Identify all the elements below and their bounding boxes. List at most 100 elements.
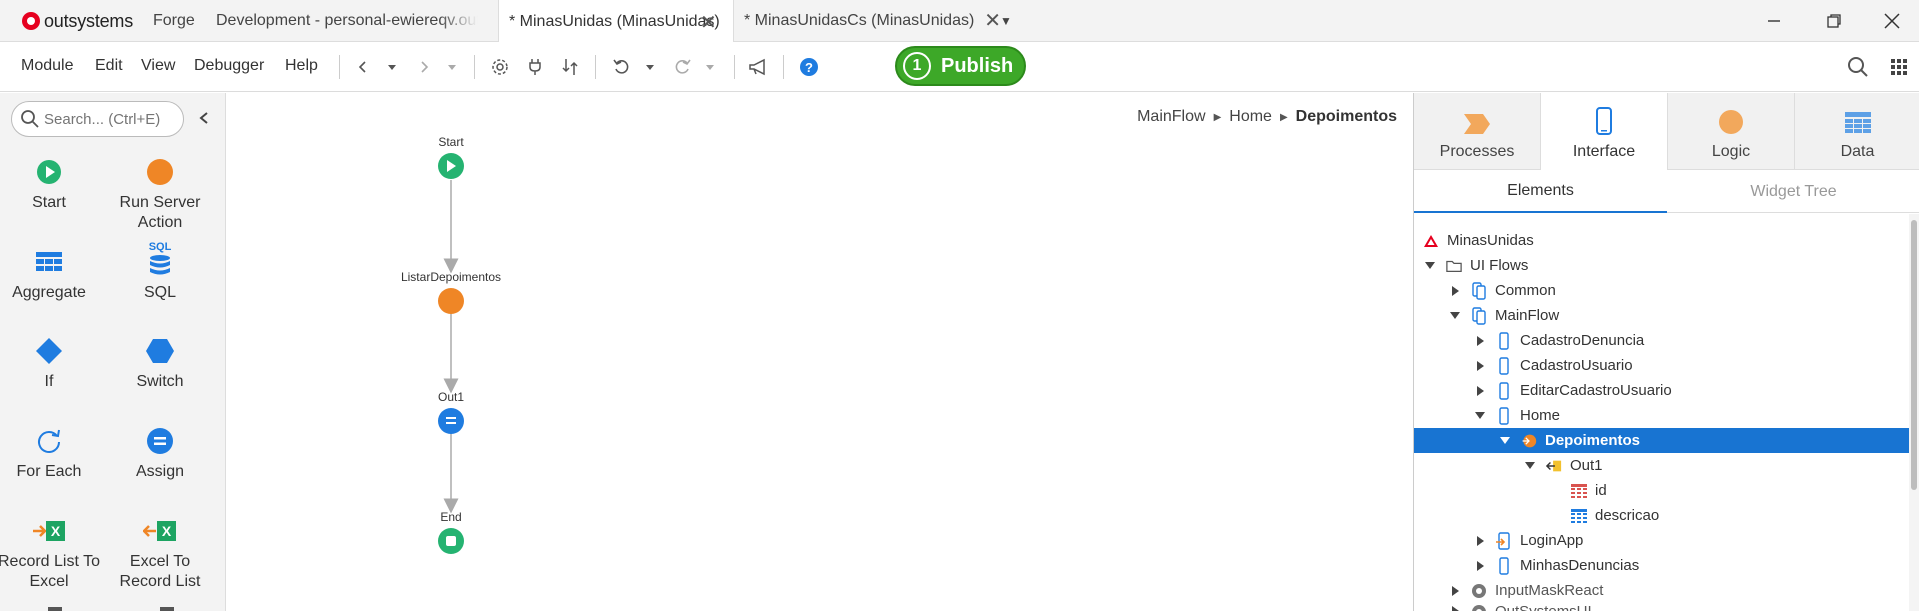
svg-text:X: X	[51, 523, 61, 539]
flow-canvas[interactable]: MainFlow ▶ Home ▶ Depoimentos Start List…	[227, 93, 1413, 611]
tree-item-depoimentos[interactable]: Depoimentos	[1414, 428, 1909, 453]
settings-button[interactable]	[488, 55, 512, 79]
tab-minasunidascs[interactable]: * MinasUnidasCs (MinasUnidas) ✕	[744, 0, 1014, 42]
tree-item-label: Common	[1495, 282, 1556, 299]
collapse-toolbox-button[interactable]	[197, 111, 211, 130]
redo-history-dropdown[interactable]	[698, 55, 722, 79]
tab-development-environment[interactable]: Development - personal-ewiereqv.outsyste…	[216, 0, 478, 42]
flow-node-start[interactable]	[438, 153, 464, 179]
expand-caret-icon[interactable]	[1524, 460, 1536, 472]
help-button[interactable]: ?	[797, 55, 821, 79]
publish-label: Publish	[941, 54, 1014, 77]
tab-minasunidas[interactable]: * MinasUnidas (MinasUnidas)	[498, 0, 734, 43]
subtab-elements[interactable]: Elements	[1414, 171, 1667, 213]
chevron-down-icon: ▼	[1000, 14, 1012, 28]
publish-button[interactable]: 1 Publish	[895, 46, 1026, 86]
expand-caret-icon[interactable]	[1474, 385, 1486, 397]
close-window-button[interactable]	[1877, 6, 1907, 36]
toolbox-search[interactable]	[11, 101, 184, 137]
tree-item-mainflow[interactable]: MainFlow	[1414, 303, 1909, 328]
expand-caret-icon[interactable]	[1449, 585, 1461, 597]
tab-forge[interactable]: Forge	[153, 0, 213, 42]
apps-menu-button[interactable]	[1887, 55, 1911, 79]
subtab-widget-tree[interactable]: Widget Tree	[1667, 171, 1919, 213]
flow-node-listardepoimentos[interactable]	[438, 288, 464, 314]
tree-item-cadastrodenuncia[interactable]: CadastroDenuncia	[1414, 328, 1909, 353]
search-icon	[21, 110, 39, 128]
tool-if[interactable]: If	[0, 334, 105, 392]
tab-processes[interactable]: Processes	[1414, 93, 1541, 170]
tab-data[interactable]: Data	[1795, 93, 1919, 170]
outsystems-logo[interactable]: outsystems	[22, 11, 133, 31]
forward-history-dropdown[interactable]	[440, 55, 464, 79]
undo-history-dropdown[interactable]	[638, 55, 662, 79]
search-icon	[1848, 57, 1868, 77]
tool-excel-to-record-list[interactable]: X Excel To Record List	[104, 514, 216, 592]
module-icon	[1423, 232, 1439, 250]
expand-caret-icon[interactable]	[1474, 410, 1486, 422]
tree-item-loginapp[interactable]: LoginApp	[1414, 528, 1909, 553]
flow-node-out1[interactable]	[438, 408, 464, 434]
minimize-button[interactable]	[1759, 6, 1789, 36]
expand-caret-icon[interactable]	[1449, 310, 1461, 322]
tool-switch[interactable]: Switch	[104, 334, 216, 392]
tree-scrollbar[interactable]	[1909, 214, 1919, 611]
tree-item-inputmaskreact[interactable]: InputMaskReact	[1414, 578, 1909, 603]
tree-item-minasunidas[interactable]: MinasUnidas	[1414, 228, 1909, 253]
tree-item-id[interactable]: id	[1414, 478, 1909, 503]
switch-icon	[104, 334, 216, 368]
play-icon	[447, 160, 456, 172]
expand-caret-icon[interactable]	[1474, 560, 1486, 572]
forward-button[interactable]	[412, 55, 436, 79]
back-button[interactable]	[351, 55, 375, 79]
tool-start[interactable]: Start	[0, 155, 105, 213]
toolbox-search-input[interactable]	[44, 110, 174, 128]
expand-caret-icon[interactable]	[1424, 260, 1436, 272]
tool-record-list-to-excel[interactable]: X Record List To Excel	[0, 514, 105, 592]
search-button[interactable]	[1846, 55, 1870, 79]
flow-node-end[interactable]	[438, 528, 464, 554]
menu-edit[interactable]: Edit	[95, 57, 123, 75]
back-history-dropdown[interactable]	[380, 55, 404, 79]
close-tab-icon[interactable]: ✕	[700, 10, 717, 35]
tool-assign[interactable]: Assign	[104, 424, 216, 482]
tree-item-editarcadastrousuario[interactable]: EditarCadastroUsuario	[1414, 378, 1909, 403]
restore-button[interactable]	[1819, 6, 1849, 36]
tool-run-server-action[interactable]: Run Server Action	[104, 155, 216, 233]
tool-sql[interactable]: SQL SQL	[104, 238, 216, 303]
tree-item-cadastrousuario[interactable]: CadastroUsuario	[1414, 353, 1909, 378]
expand-caret-icon[interactable]	[1449, 605, 1461, 611]
expand-caret-icon[interactable]	[1474, 360, 1486, 372]
tool-aggregate[interactable]: Aggregate	[0, 245, 105, 303]
tab-interface[interactable]: Interface	[1541, 93, 1668, 170]
menu-help[interactable]: Help	[285, 57, 318, 75]
menu-module[interactable]: Module	[21, 57, 73, 75]
tool-for-each[interactable]: For Each	[0, 424, 105, 482]
tab-logic[interactable]: Logic	[1668, 93, 1795, 170]
tree-item-descricao[interactable]: descricao	[1414, 503, 1909, 528]
scrollbar-thumb[interactable]	[1911, 220, 1917, 490]
undo-button[interactable]	[610, 55, 634, 79]
announcements-button[interactable]	[746, 55, 770, 79]
minimize-icon	[1768, 20, 1780, 22]
menu-view[interactable]: View	[141, 57, 175, 75]
tree-item-home[interactable]: Home	[1414, 403, 1909, 428]
tree-item-common[interactable]: Common	[1414, 278, 1909, 303]
close-tab-icon[interactable]: ✕	[984, 11, 1001, 31]
menu-debugger[interactable]: Debugger	[194, 57, 264, 75]
expand-caret-icon[interactable]	[1499, 435, 1511, 447]
tool-label: SQL	[143, 284, 176, 301]
tree-item-outsystemsui[interactable]: OutSystemsUI	[1414, 603, 1909, 611]
chevron-left-icon	[358, 61, 366, 73]
tree-item-minhasdenuncias[interactable]: MinhasDenuncias	[1414, 553, 1909, 578]
expand-caret-icon[interactable]	[1474, 335, 1486, 347]
expand-caret-icon[interactable]	[1474, 535, 1486, 547]
tree-item-ui-flows[interactable]: UI Flows	[1414, 253, 1909, 278]
tree-item-out1[interactable]: Out1	[1414, 453, 1909, 478]
merge-button[interactable]	[558, 55, 582, 79]
tab-label: Logic	[1711, 143, 1751, 160]
expand-caret-icon[interactable]	[1449, 285, 1461, 297]
manage-dependencies-button[interactable]	[523, 55, 547, 79]
redo-button[interactable]	[670, 55, 694, 79]
tabs-overflow-dropdown[interactable]: ▼	[1000, 0, 1020, 42]
